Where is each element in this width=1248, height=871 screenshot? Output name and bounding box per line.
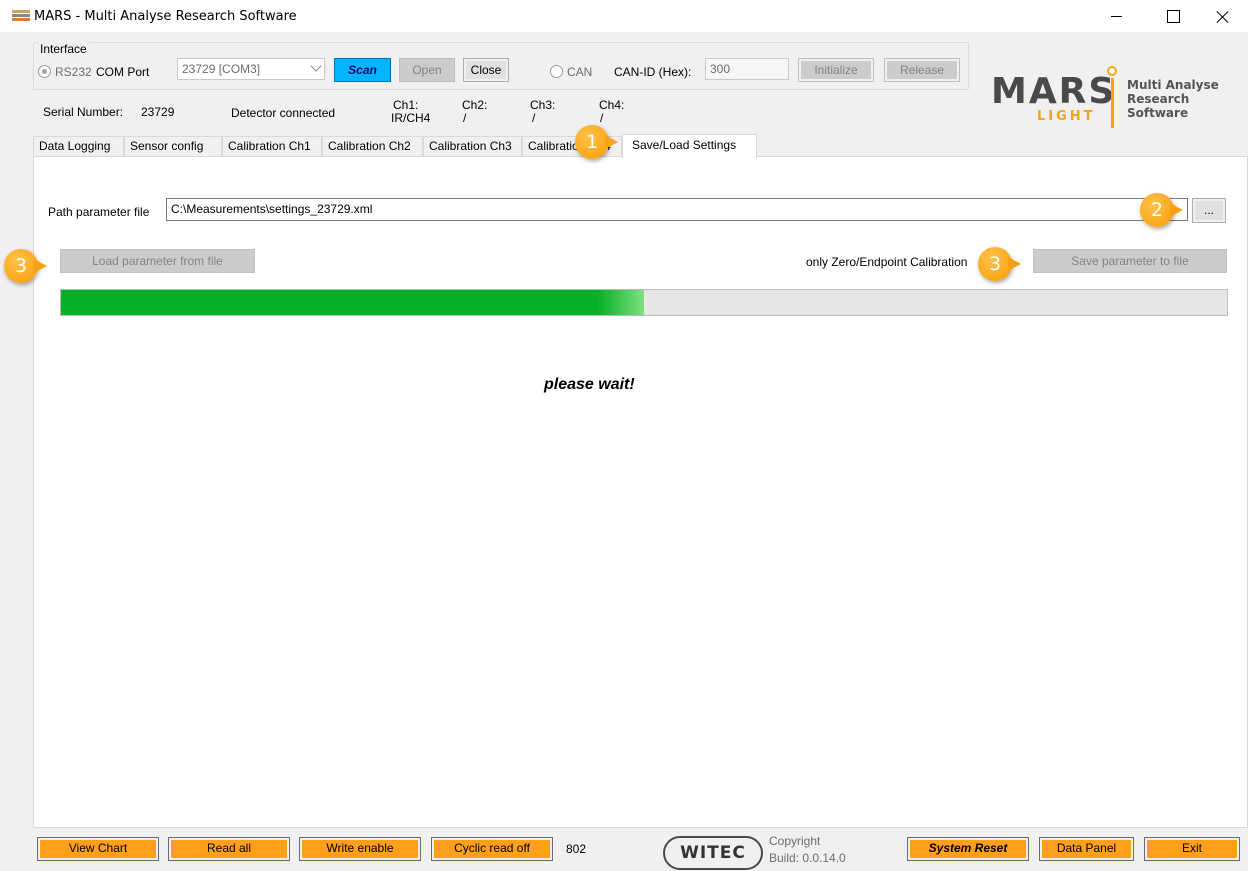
- save-parameter-button[interactable]: Save parameter to file: [1033, 249, 1227, 273]
- can-label: CAN: [567, 65, 593, 79]
- build-label: Build: 0.0.14.0: [769, 851, 846, 865]
- serial-number-label: Serial Number:: [43, 105, 124, 119]
- app-icon: [12, 10, 30, 21]
- rs232-label: RS232: [55, 65, 92, 79]
- logo-tagline: Multi Analyse Research Software: [1127, 78, 1248, 120]
- callout-1-number: 1: [585, 131, 599, 153]
- rs232-radio[interactable]: [38, 65, 51, 78]
- callout-2-arrow-icon: [1170, 203, 1183, 217]
- tab-save-load-settings[interactable]: Save/Load Settings: [622, 134, 757, 158]
- wait-message: please wait!: [544, 376, 635, 393]
- browse-button[interactable]: ...: [1192, 198, 1226, 223]
- serial-number-value: 23729: [141, 105, 175, 119]
- callout-2: 2: [1140, 193, 1183, 227]
- callout-1-arrow-icon: [605, 135, 618, 149]
- release-button[interactable]: Release: [884, 58, 960, 82]
- read-all-button[interactable]: Read all: [168, 837, 290, 861]
- tab-calibration-ch1[interactable]: Calibration Ch1: [222, 136, 322, 156]
- ch1-label: Ch1:: [393, 98, 419, 112]
- close-icon[interactable]: [1200, 0, 1246, 32]
- progress-fill: [61, 290, 644, 315]
- tab-calibration-ch3[interactable]: Calibration Ch3: [423, 136, 522, 156]
- path-label: Path parameter file: [48, 205, 150, 219]
- ch4-label: Ch4:: [599, 98, 625, 112]
- maximize-icon[interactable]: [1150, 0, 1196, 32]
- callout-3-left-arrow-icon: [34, 259, 47, 273]
- mars-logo-light: LIGHT: [1037, 109, 1096, 124]
- callout-3-right-number: 3: [988, 253, 1002, 275]
- ch2-value: /: [463, 111, 467, 125]
- interface-group-label: Interface: [38, 42, 89, 56]
- ch3-value: /: [532, 111, 536, 125]
- mars-logo-word: MARS: [991, 71, 1117, 112]
- load-parameter-button[interactable]: Load parameter from file: [60, 249, 255, 273]
- callout-3-left: 3: [4, 249, 47, 283]
- logo-bar: [1111, 78, 1114, 128]
- settings-panel: Path parameter file C:\Measurements\sett…: [33, 156, 1248, 828]
- callout-1: 1: [575, 125, 618, 159]
- system-reset-button[interactable]: System Reset: [907, 837, 1029, 861]
- copyright-label: Copyright: [769, 834, 821, 848]
- ch1-value: IR/CH4: [391, 111, 431, 125]
- logo-dot-icon: [1107, 66, 1117, 76]
- tab-sensor-config[interactable]: Sensor config: [124, 136, 222, 156]
- ch2-label: Ch2:: [462, 98, 488, 112]
- cyclic-read-button[interactable]: Cyclic read off: [431, 837, 553, 861]
- can-id-input[interactable]: 300: [705, 58, 789, 80]
- tab-data-logging[interactable]: Data Logging: [33, 136, 124, 156]
- main-window: Interface RS232 COM Port 23729 [COM3] Sc…: [33, 32, 1248, 871]
- scan-button[interactable]: Scan: [334, 58, 391, 82]
- can-radio[interactable]: [550, 65, 563, 78]
- witec-logo: WITEC: [663, 836, 763, 870]
- callout-2-number: 2: [1150, 199, 1164, 221]
- window-title: MARS - Multi Analyse Research Software: [34, 9, 297, 24]
- zero-endpoint-label: only Zero/Endpoint Calibration: [806, 255, 968, 269]
- com-port-label: COM Port: [96, 65, 150, 79]
- ch3-label: Ch3:: [530, 98, 556, 112]
- ch4-value: /: [600, 111, 604, 125]
- can-id-label: CAN-ID (Hex):: [614, 65, 692, 79]
- callout-3-left-number: 3: [14, 255, 28, 277]
- logo-tagline-2: Research Software: [1127, 92, 1190, 120]
- progress-bar: [60, 289, 1228, 316]
- counter-value: 802: [566, 842, 587, 856]
- view-chart-button[interactable]: View Chart: [37, 837, 159, 861]
- exit-button[interactable]: Exit: [1144, 837, 1240, 861]
- open-button[interactable]: Open: [399, 58, 455, 82]
- data-panel-button[interactable]: Data Panel: [1039, 837, 1134, 861]
- com-port-select[interactable]: 23729 [COM3]: [177, 58, 325, 80]
- initialize-button[interactable]: Initialize: [798, 58, 874, 82]
- minimize-icon[interactable]: [1094, 0, 1140, 32]
- callout-3-right-arrow-icon: [1008, 257, 1021, 271]
- write-enable-button[interactable]: Write enable: [299, 837, 421, 861]
- title-bar: MARS - Multi Analyse Research Software: [0, 0, 1248, 32]
- tab-calibration-ch2[interactable]: Calibration Ch2: [322, 136, 423, 156]
- logo-tagline-1: Multi Analyse: [1127, 78, 1219, 92]
- com-port-value: 23729 [COM3]: [182, 62, 261, 76]
- path-input[interactable]: C:\Measurements\settings_23729.xml: [166, 198, 1188, 221]
- detector-status: Detector connected: [231, 106, 336, 120]
- chevron-down-icon: [310, 60, 322, 72]
- callout-3-right: 3: [978, 247, 1021, 281]
- close-button[interactable]: Close: [463, 58, 509, 82]
